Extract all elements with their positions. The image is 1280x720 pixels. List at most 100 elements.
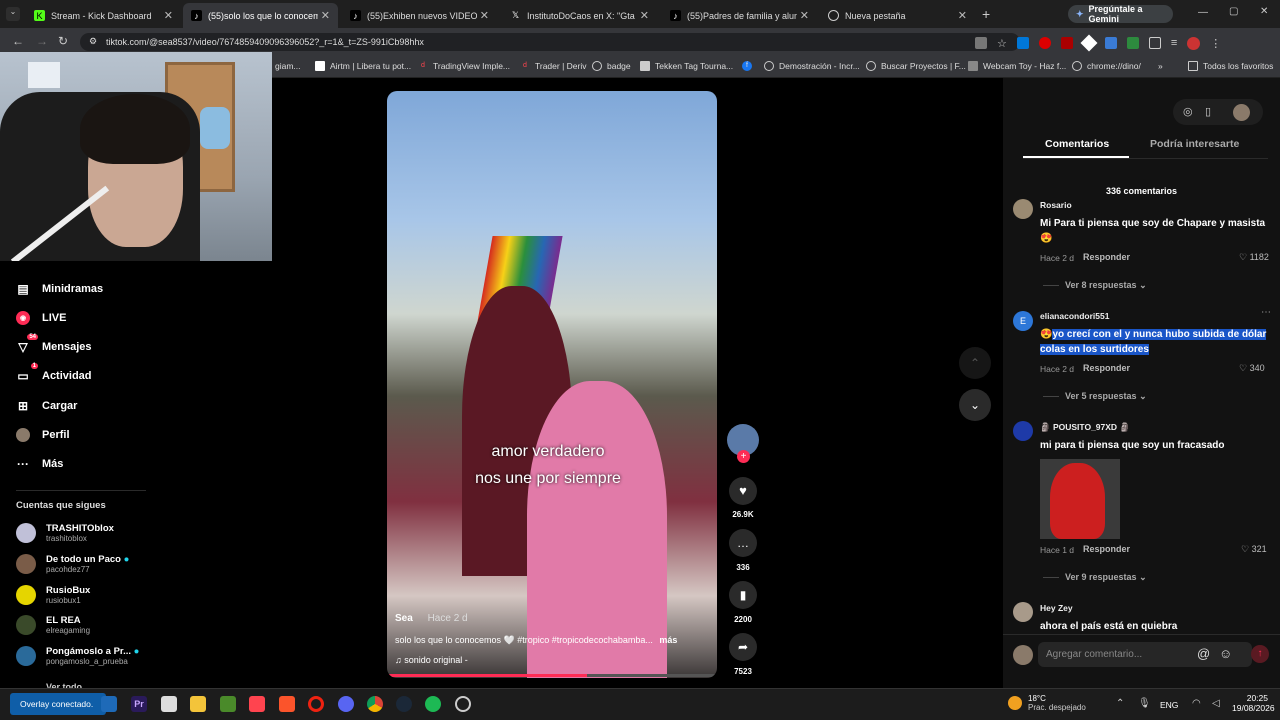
bookmark[interactable]: f [742,61,757,71]
avatar[interactable]: E [1013,311,1033,331]
account-item[interactable]: EL REA elreagaming [16,615,90,635]
explorer-icon[interactable] [101,696,117,712]
wifi-icon[interactable]: ◠ [1192,698,1201,709]
steam-icon[interactable] [396,696,412,712]
tab-x[interactable]: 𝕏 InstitutoDoCaos en X: "Gta 6 le✕ [502,3,657,28]
account-item[interactable]: De todo un Paco ● pacohdez77 [16,554,129,574]
tab-kick[interactable]: K Stream - Kick Dashboard ✕ [26,3,181,28]
avatar[interactable] [1013,199,1033,219]
bookmark[interactable]: d TradingView Imple... [418,61,510,71]
tab-comentarios[interactable]: Comentarios [1045,138,1109,150]
bookmarks-overflow-icon[interactable]: » [1158,61,1163,71]
tray-chevron-icon[interactable]: ⌃ [1116,698,1124,709]
author-name[interactable]: Sea [395,613,413,624]
tab-padres[interactable]: ♪ (55)Padres de familia y alumno✕ [662,3,817,28]
close-icon[interactable]: ✕ [321,9,330,22]
comment-user[interactable]: Rosario [1040,200,1072,210]
deriv-icon[interactable] [249,696,265,712]
follow-plus-icon[interactable]: + [737,450,750,463]
bookmark[interactable]: chrome://dino/ [1072,61,1141,71]
close-icon[interactable]: ✕ [800,9,809,22]
tab-tiktok-active[interactable]: ♪ (55)solo los que lo conocemos ✕ [183,3,338,28]
store-icon[interactable] [161,696,177,712]
avatar[interactable] [1187,36,1201,50]
close-window-button[interactable]: ✕ [1260,6,1268,17]
bookmark[interactable]: Demostración - Incr... [764,61,860,71]
extension-icon[interactable] [1080,34,1098,52]
sidebar-item-minidramas[interactable]: ▤ Minidramas [16,282,103,296]
kebab-icon[interactable]: ⋮ [1210,37,1221,50]
extension-icon[interactable] [1016,37,1029,49]
extension-icon[interactable] [1060,37,1073,49]
tab-podria-interesarte[interactable]: Podría interesarte [1150,138,1239,150]
save-button[interactable]: ▮ [729,581,757,609]
video-player[interactable]: amor verdadero nos une por siempre Sea H… [387,91,717,678]
emoji-picker-icon[interactable]: ☺ [1219,646,1232,661]
comment-user[interactable]: elianacondori551 [1040,311,1109,321]
more-link[interactable]: más [659,635,677,645]
like-button[interactable]: ♡ 321 [1241,544,1267,555]
reply-button[interactable]: Responder [1083,363,1130,373]
menu-icon[interactable]: ≡ [1171,37,1177,49]
comment-image[interactable] [1040,459,1120,539]
video-sound[interactable]: ♫ sonido original - [395,655,468,665]
clock[interactable]: 20:25 19/08/2026 [1232,693,1275,713]
prev-video-button[interactable]: ⌃ [959,347,991,379]
reply-button[interactable]: Responder [1083,544,1130,554]
phone-icon[interactable]: ▯ [1205,105,1211,118]
extension-icon[interactable] [1126,37,1139,49]
mention-icon[interactable]: @ [1197,646,1210,661]
address-bar[interactable]: ⚙ tiktok.com/@sea8537/video/7674859409096… [80,33,1020,51]
sidebar-item-perfil[interactable]: Perfil [16,428,70,442]
like-button[interactable]: ♡ 340 [1239,363,1265,374]
close-icon[interactable]: ✕ [164,9,173,22]
comment-menu-icon[interactable]: ⋯ [1261,307,1271,318]
comment-user[interactable]: Hey Zey [1040,603,1073,613]
extension-icon[interactable] [1104,37,1117,49]
weather-widget[interactable]: 18°C Prac. despejado [1008,694,1086,712]
tab-exhiben[interactable]: ♪ (55)Exhiben nuevos VIDEOS ✕ [342,3,497,28]
volume-icon[interactable]: ◁ [1212,698,1220,709]
star-icon[interactable]: ☆ [997,37,1007,50]
comment-button[interactable]: … [729,529,757,557]
bookmark[interactable]: Webcam Toy - Haz f... [968,61,1066,71]
extension-icon[interactable] [1038,37,1051,49]
sidebar-item-mensajes[interactable]: ▽ 54 Mensajes [16,334,92,354]
sidebar-item-cargar[interactable]: ⊞ Cargar [16,399,78,413]
tab-search-icon[interactable]: ⌄ [6,7,20,21]
translate-icon[interactable] [975,37,987,49]
account-item[interactable]: RusioBux rusiobux1 [16,585,90,605]
brave-icon[interactable] [279,696,295,712]
reply-button[interactable]: Responder [1083,252,1130,262]
like-button[interactable]: ♡ 1182 [1239,252,1269,263]
new-tab-button[interactable]: + [982,6,990,22]
maximize-button[interactable]: ▢ [1229,6,1238,17]
reload-icon[interactable]: ↻ [58,34,68,48]
forward-icon[interactable]: → [36,34,48,48]
premiere-icon[interactable]: Pr [131,696,147,712]
bookmark[interactable]: Tekken Tag Tourna... [640,61,733,71]
bookmark[interactable]: giam... [275,61,301,71]
bookmark[interactable]: Airtm | Libera tu pot... [315,61,411,71]
close-icon[interactable]: ✕ [480,9,489,22]
minecraft-icon[interactable] [220,696,236,712]
minimize-button[interactable]: — [1198,7,1208,18]
opera-icon[interactable] [308,696,324,712]
view-replies-button[interactable]: Ver 8 respuestas ⌄ [1065,280,1147,291]
like-button[interactable]: ♥ [729,477,757,505]
view-replies-button[interactable]: Ver 5 respuestas ⌄ [1065,391,1147,402]
sidebar-item-mas[interactable]: ··· Más [16,457,63,471]
view-replies-button[interactable]: Ver 9 respuestas ⌄ [1065,572,1147,583]
site-info-icon[interactable]: ⚙ [89,36,97,47]
tab-new[interactable]: Nueva pestaña ✕ [820,3,975,28]
send-icon[interactable]: ↑ [1251,645,1269,663]
account-item[interactable]: Pongámoslo a Pr... ● pongamoslo_a_prueba [16,646,139,666]
account-item[interactable]: TRASHITOblox trashitoblox [16,523,114,543]
bookmark[interactable]: Todos los favoritos [1188,61,1273,71]
next-video-button[interactable]: ⌄ [959,389,991,421]
avatar[interactable] [1013,421,1033,441]
bookmark[interactable]: d Trader | Deriv [520,61,586,71]
sidebar-item-live[interactable]: ◉ LIVE [16,311,66,325]
close-icon[interactable]: ✕ [958,9,967,22]
bookmark[interactable]: badge [592,61,631,71]
